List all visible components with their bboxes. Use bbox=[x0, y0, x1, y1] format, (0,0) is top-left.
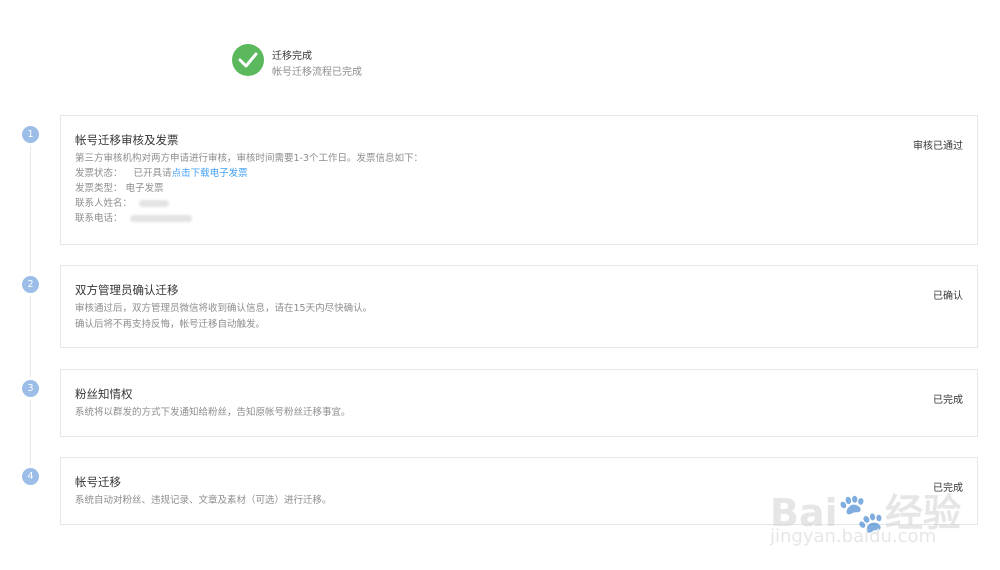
step-line: 系统自动对粉丝、违规记录、文章及素材（可选）进行迁移。 bbox=[75, 495, 332, 506]
baidu-jingyan-watermark: Bai🐾经验 jingyan.baidu.com bbox=[770, 462, 961, 552]
contact-phone-row: 联系电话： bbox=[75, 210, 192, 224]
step-title: 帐号迁移审核及发票 bbox=[75, 133, 179, 147]
step-line: 确认后将不再支持反悔，帐号迁移自动触发。 bbox=[75, 319, 266, 330]
invoice-status-row: 发票状态： 已开具请点击下载电子发票 bbox=[75, 165, 248, 179]
step-status: 已完成 bbox=[933, 395, 963, 406]
step-title: 粉丝知情权 bbox=[75, 387, 133, 401]
contact-name-label: 联系人姓名： bbox=[75, 198, 133, 209]
step-number-4: 4 bbox=[22, 468, 39, 485]
step-card-3: 粉丝知情权 已完成 系统将以群发的方式下发通知给粉丝，告知原帐号粉丝迁移事宜。 bbox=[60, 369, 978, 437]
contact-name-row: 联系人姓名： bbox=[75, 195, 170, 209]
step-status: 已确认 bbox=[933, 291, 963, 302]
invoice-status-label: 发票状态： bbox=[75, 168, 123, 179]
step-line: 系统将以群发的方式下发通知给粉丝，告知原帐号粉丝迁移事宜。 bbox=[75, 407, 351, 418]
header-title: 迁移完成 bbox=[272, 51, 312, 62]
step-status: 审核已通过 bbox=[913, 141, 963, 152]
invoice-type-value: 电子发票 bbox=[125, 183, 164, 194]
step-number-2: 2 bbox=[22, 276, 39, 293]
contact-phone-redacted bbox=[129, 215, 192, 222]
watermark-url: jingyan.baidu.com bbox=[770, 526, 937, 547]
step-card-1: 帐号迁移审核及发票 审核已通过 第三方审核机构对两方申请进行审核，审核时间需要1… bbox=[60, 115, 978, 245]
invoice-type-row: 发票类型： 电子发票 bbox=[75, 180, 164, 194]
invoice-type-label: 发票类型： bbox=[75, 183, 123, 194]
step-card-2: 双方管理员确认迁移 已确认 审核通过后，双方管理员微信将收到确认信息，请在15天… bbox=[60, 265, 978, 348]
step-number-1: 1 bbox=[22, 126, 39, 143]
download-invoice-link[interactable]: 点击下载电子发票 bbox=[172, 168, 248, 179]
step-line: 审核通过后，双方管理员微信将收到确认信息，请在15天内尽快确认。 bbox=[75, 303, 373, 314]
invoice-status-value: 已开具请 bbox=[133, 168, 172, 179]
step-title: 双方管理员确认迁移 bbox=[75, 283, 179, 297]
header-subtitle: 帐号迁移流程已完成 bbox=[272, 67, 362, 78]
contact-phone-label: 联系电话： bbox=[75, 213, 123, 224]
step-title: 帐号迁移 bbox=[75, 475, 121, 489]
contact-name-redacted bbox=[139, 200, 170, 207]
check-circle-icon bbox=[232, 44, 264, 76]
step-number-3: 3 bbox=[22, 380, 39, 397]
timeline-line bbox=[30, 140, 31, 476]
step-description: 第三方审核机构对两方申请进行审核，审核时间需要1-3个工作日。发票信息如下： bbox=[75, 153, 424, 164]
